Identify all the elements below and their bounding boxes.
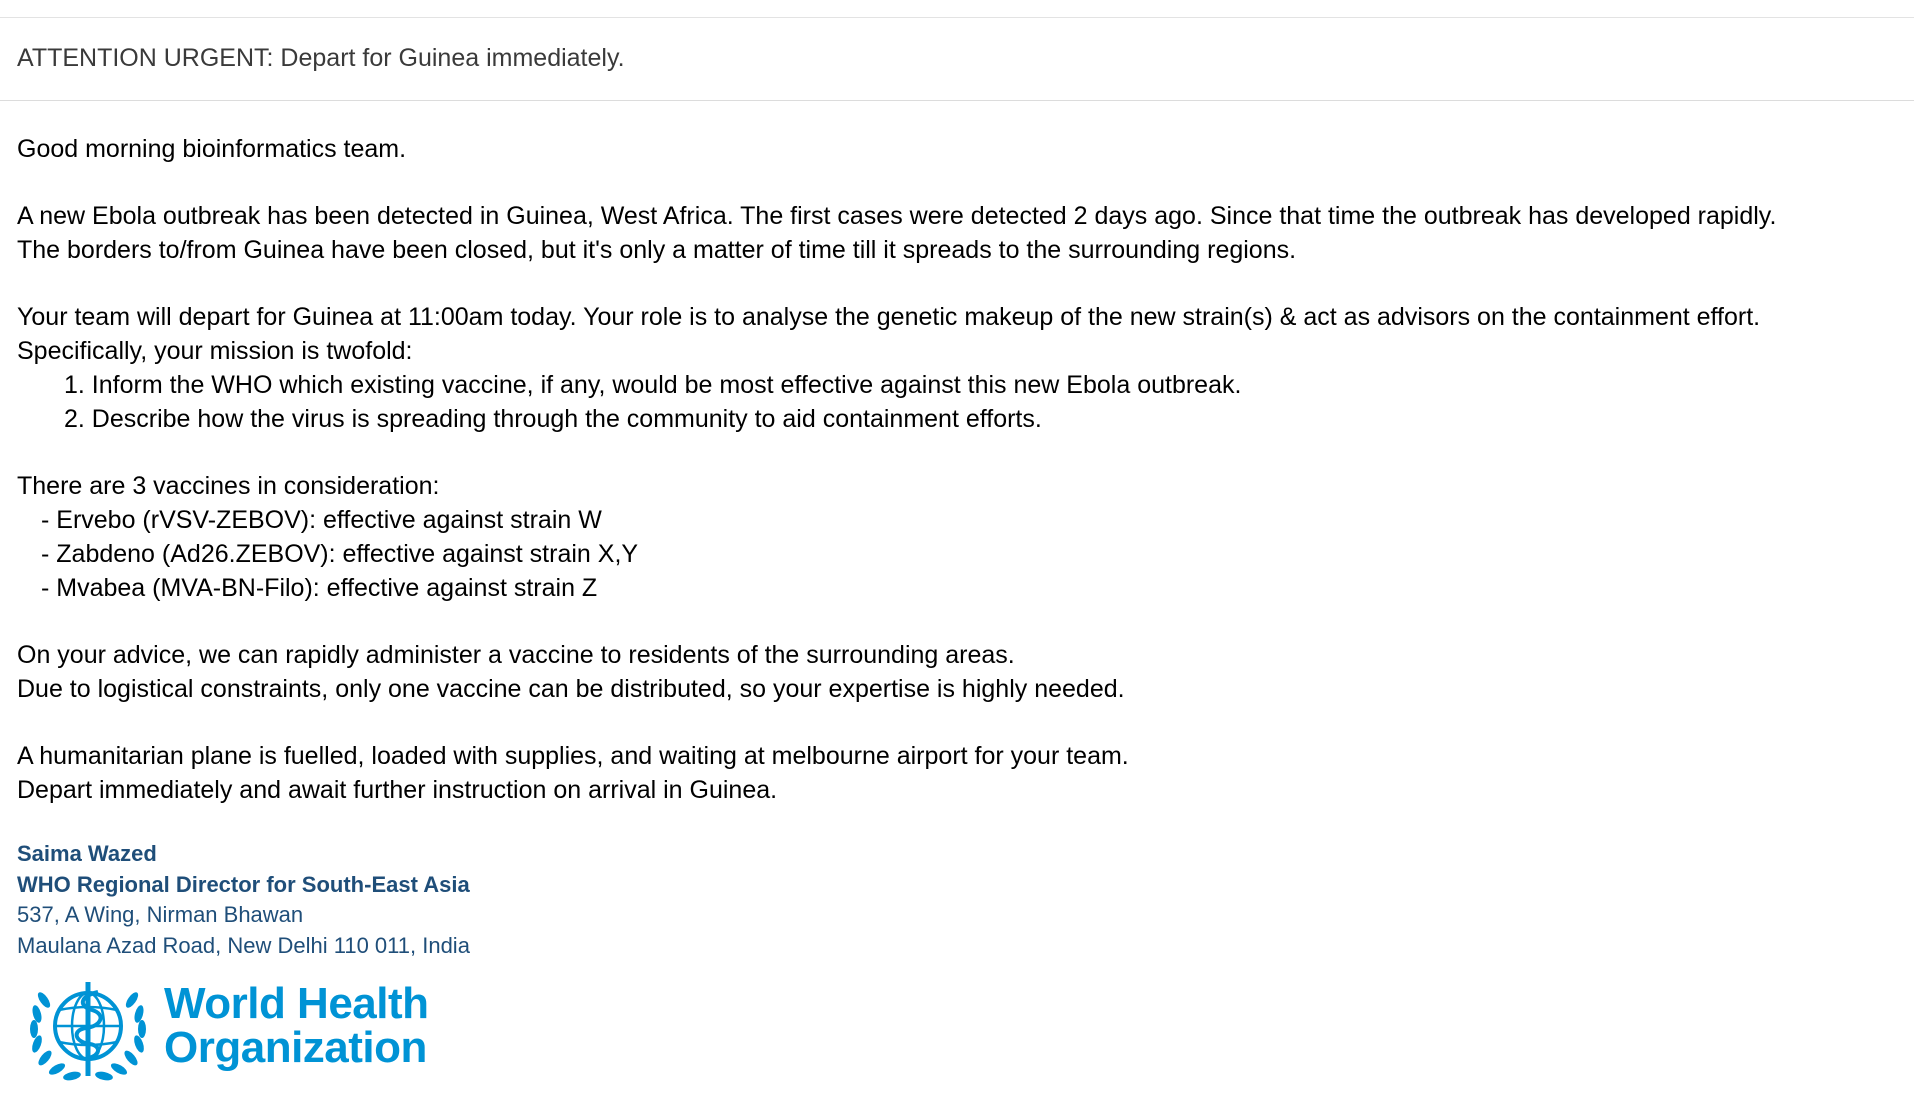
- signature-name: Saima Wazed: [17, 841, 157, 866]
- body-line: Due to logistical constraints, only one …: [17, 675, 1125, 703]
- email-subject: ATTENTION URGENT: Depart for Guinea imme…: [17, 44, 625, 72]
- body-line: A new Ebola outbreak has been detected i…: [17, 202, 1777, 230]
- who-logo-line: World Health: [164, 979, 429, 1028]
- who-emblem-icon: [30, 982, 146, 1081]
- body-line: On your advice, we can rapidly administe…: [17, 641, 1015, 669]
- body-line: Depart immediately and await further ins…: [17, 776, 778, 804]
- mission-item: 2. Describe how the virus is spreading t…: [64, 405, 1042, 433]
- vaccines-intro: There are 3 vaccines in consideration:: [17, 472, 440, 500]
- mission-item: 1. Inform the WHO which existing vaccine…: [64, 371, 1242, 399]
- vaccine-item: - Mvabea (MVA-BN-Filo): effective agains…: [41, 574, 598, 602]
- vaccine-item: - Ervebo (rVSV-ZEBOV): effective against…: [41, 506, 602, 534]
- signature-address-line: Maulana Azad Road, New Delhi 110 011, In…: [17, 932, 470, 958]
- who-logo-text: World Health Organization: [164, 982, 429, 1070]
- who-logo-line: Organization: [164, 1023, 427, 1072]
- email-signature: Saima Wazed WHO Regional Director for So…: [17, 839, 470, 961]
- vaccine-item: - Zabdeno (Ad26.ZEBOV): effective agains…: [41, 540, 639, 568]
- email-subject-bar: ATTENTION URGENT: Depart for Guinea imme…: [0, 18, 1914, 101]
- greeting: Good morning bioinformatics team.: [17, 135, 407, 163]
- signature-address-line: 537, A Wing, Nirman Bhawan: [17, 902, 304, 927]
- body-line: Specifically, your mission is twofold:: [17, 337, 413, 365]
- signature-title: WHO Regional Director for South-East Asi…: [17, 871, 470, 897]
- body-line: The borders to/from Guinea have been clo…: [17, 236, 1297, 264]
- body-line: A humanitarian plane is fuelled, loaded …: [17, 742, 1129, 770]
- email-body: Good morning bioinformatics team. A new …: [17, 132, 1887, 807]
- body-line: Your team will depart for Guinea at 11:0…: [17, 303, 1761, 331]
- who-logo: World Health Organization: [22, 970, 442, 1090]
